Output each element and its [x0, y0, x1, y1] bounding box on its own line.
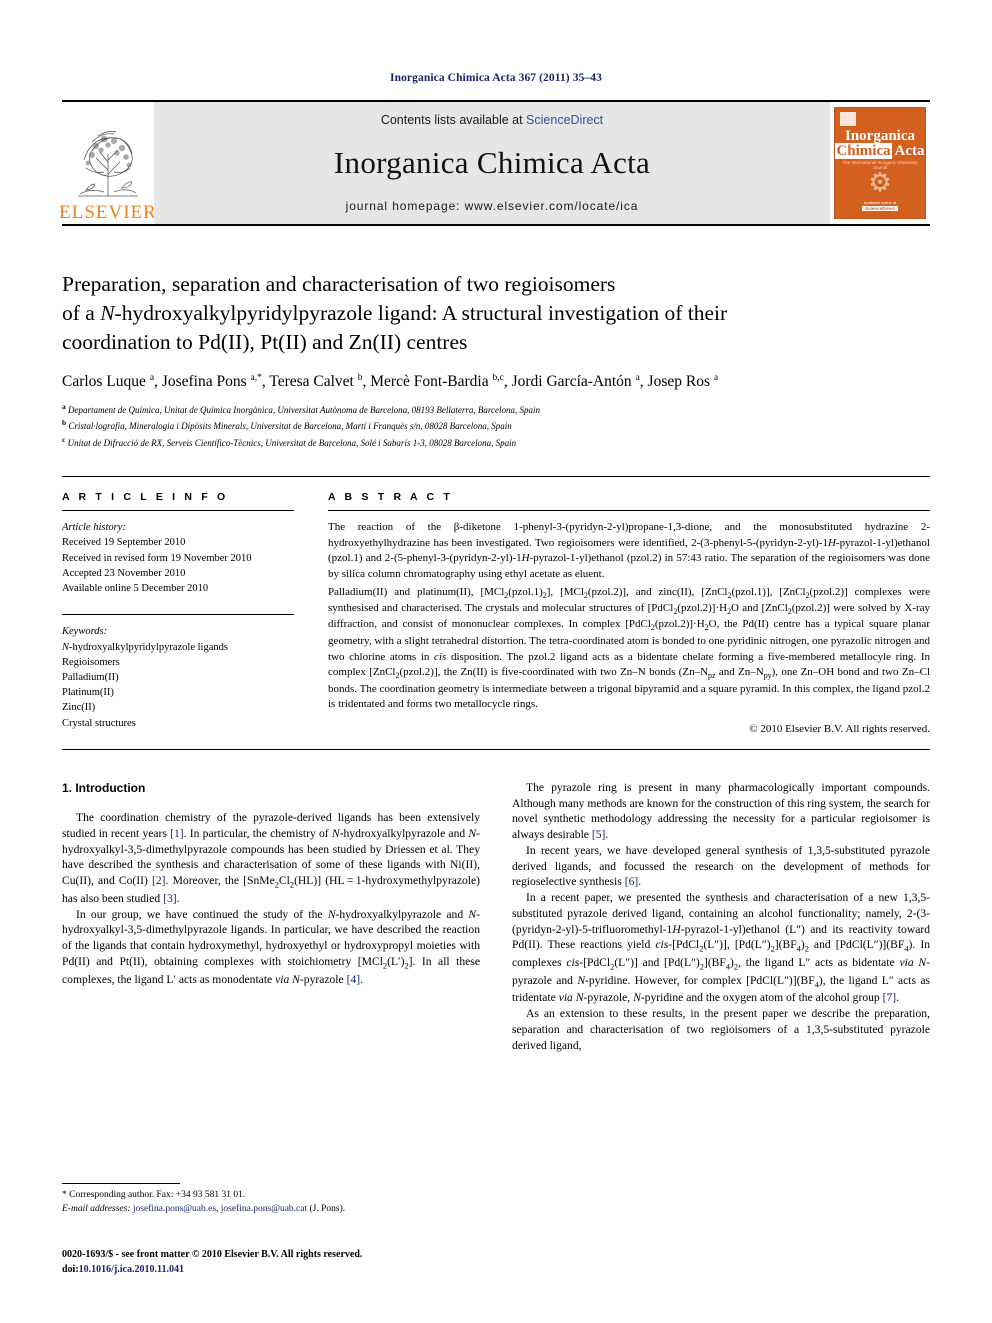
affiliation-b: b Cristal·lografia, Mineralogia i Dipòsi… — [62, 418, 512, 432]
journal-homepage-link[interactable]: journal homepage: www.elsevier.com/locat… — [346, 199, 639, 213]
history-item: Accepted 23 November 2010 — [62, 567, 186, 579]
elsevier-wordmark: ELSEVIER — [59, 202, 157, 223]
abstract-rule — [328, 510, 930, 512]
corresponding-author-note: * Corresponding author. Fax: +34 93 581 … — [62, 1190, 246, 1200]
abstract-heading: A B S T R A C T — [328, 491, 453, 504]
keyword-item: Palladium(II) — [62, 671, 119, 683]
page-title: Preparation, separation and characterisa… — [62, 270, 930, 356]
body-columns: 1. Introduction The coordination chemist… — [62, 780, 930, 1054]
history-item: Available online 5 December 2010 — [62, 583, 209, 595]
contents-prefix: Contents lists available at — [380, 113, 527, 127]
doi-link[interactable]: 10.1016/j.ica.2010.11.041 — [79, 1264, 184, 1275]
journal-masthead: ELSEVIER Contents lists available at Sci… — [59, 100, 930, 226]
sciencedirect-link[interactable]: ScienceDirect — [526, 113, 603, 127]
abstract-column: A B S T R A C T The reaction of the β-di… — [328, 491, 930, 735]
citation-1[interactable]: [1] — [170, 827, 184, 840]
cover-footer: Available online at ScienceDirect — [835, 200, 925, 211]
keywords-rule — [62, 614, 294, 616]
intro-paragraph-5: In a recent paper, we presented the synt… — [512, 891, 931, 1005]
keyword-item: Zinc(II) — [62, 702, 96, 714]
citation-2[interactable]: [2] — [152, 874, 166, 887]
email-note: E-mail addresses: josefina.pons@uab.es, … — [62, 1203, 462, 1217]
cover-title-acta: Acta — [894, 143, 925, 159]
footnote-rule — [62, 1183, 180, 1184]
title-block: Preparation, separation and characterisa… — [62, 270, 930, 450]
cover-title-line2: Chimica Acta — [835, 143, 925, 159]
elsevier-tree-icon — [78, 131, 138, 197]
issn-line: 0020-1693/$ - see front matter © 2010 El… — [62, 1249, 363, 1260]
abstract-copyright: © 2010 Elsevier B.V. All rights reserved… — [749, 722, 930, 735]
intro-paragraph-2: In our group, we have continued the stud… — [62, 907, 480, 986]
article-first-page: Inorganica Chimica Acta 367 (2011) 35–43 — [0, 0, 992, 1323]
article-info-column: A R T I C L E I N F O Article history: R… — [62, 491, 294, 735]
cover-footer-brand: ScienceDirect — [862, 206, 898, 211]
history-item: Received 19 September 2010 — [62, 537, 186, 549]
section-heading-introduction: 1. Introduction — [62, 780, 146, 795]
affiliation-c: c Unitat de Difracció de RX, Serveis Cie… — [62, 434, 517, 448]
elsevier-logo: ELSEVIER — [59, 102, 157, 224]
article-info-heading: A R T I C L E I N F O — [62, 491, 229, 504]
journal-title: Inorganica Chimica Acta — [333, 145, 651, 180]
keyword-item: Regioisomers — [62, 656, 120, 668]
cover-elsevier-mark — [840, 112, 856, 126]
keywords-list: N-hydroxyalkylpyridylpyrazole ligands Re… — [62, 640, 294, 731]
body-column-right: The pyrazole ring is present in many pha… — [512, 780, 930, 1054]
citation-3[interactable]: [3] — [163, 892, 177, 905]
imprint-block: 0020-1693/$ - see front matter © 2010 El… — [62, 1248, 482, 1277]
history-item: Received in revised form 19 November 201… — [62, 552, 252, 564]
cover-molecule-icon: ⚙ — [868, 168, 892, 197]
intro-paragraph-6: As an extension to these results, in the… — [512, 1007, 930, 1052]
article-info-rule — [62, 510, 294, 512]
body-column-left: 1. Introduction The coordination chemist… — [62, 780, 480, 1054]
author-list: Carlos Luque a, Josefina Pons a,*, Teres… — [62, 373, 719, 391]
email-label: E-mail addresses: — [62, 1203, 131, 1214]
journal-cover-thumbnail[interactable]: Inorganica Chimica Acta The Internationa… — [830, 102, 930, 224]
citation-5[interactable]: [5] — [592, 828, 606, 841]
citation-7[interactable]: [7] — [883, 991, 897, 1004]
citation-4[interactable]: [4] — [347, 973, 361, 986]
cover-footer-label: Available online at — [863, 200, 897, 205]
article-history-label: Article history: — [62, 522, 126, 534]
email-link-1[interactable]: josefina.pons@uab.es — [133, 1204, 216, 1214]
doi-label: doi: — [62, 1263, 79, 1275]
email-suffix: (J. Pons). — [307, 1203, 346, 1214]
intro-paragraph-1: The coordination chemistry of the pyrazo… — [62, 811, 481, 905]
abstract-bottom-rule — [62, 748, 930, 750]
abstract-paragraph-1: The reaction of the β-diketone 1-phenyl-… — [328, 521, 930, 581]
keywords-label: Keywords: — [62, 626, 108, 638]
affiliation-a: a Departament de Química, Unitat de Quím… — [62, 401, 541, 415]
abstract-body: The reaction of the β-diketone 1-phenyl-… — [328, 520, 930, 713]
keyword-item: N-hydroxyalkylpyridylpyrazole ligands — [62, 641, 228, 653]
title-line-1: Preparation, separation and characterisa… — [62, 272, 616, 296]
cover-title-chimica: Chimica — [835, 143, 892, 159]
keyword-item: Platinum(II) — [62, 687, 114, 699]
affiliation-list: a Departament de Química, Unitat de Quím… — [62, 401, 930, 451]
info-abstract-region: A R T I C L E I N F O Article history: R… — [62, 476, 930, 735]
intro-paragraph-3: The pyrazole ring is present in many pha… — [512, 780, 930, 842]
email-link-2[interactable]: josefina.pons@uab.cat — [221, 1204, 307, 1214]
citation-6[interactable]: [6] — [625, 875, 639, 888]
keyword-item: Crystal structures — [62, 717, 136, 729]
title-line-3: coordination to Pd(II), Pt(II) and Zn(II… — [62, 329, 468, 354]
title-line-2: of a N-hydroxyalkylpyridylpyrazole ligan… — [62, 300, 728, 325]
running-head: Inorganica Chimica Acta 367 (2011) 35–43 — [390, 72, 602, 84]
journal-band: Contents lists available at ScienceDirec… — [154, 102, 830, 224]
footnote-block: * Corresponding author. Fax: +34 93 581 … — [62, 1183, 462, 1217]
intro-paragraph-4: In recent years, we have developed gener… — [512, 843, 930, 889]
cover-title-line1: Inorganica — [844, 128, 915, 144]
abstract-paragraph-2: Palladium(II) and platinum(II), [MCl2(pz… — [328, 585, 930, 711]
article-history-list: Received 19 September 2010 Received in r… — [62, 535, 294, 596]
contents-list-line: Contents lists available at ScienceDirec… — [381, 113, 603, 127]
doi-line: doi:10.1016/j.ica.2010.11.041 — [62, 1263, 482, 1278]
